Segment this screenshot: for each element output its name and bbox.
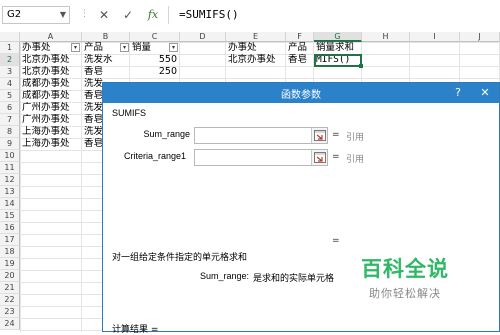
cell-b2[interactable]: 洗发水 [82,54,130,66]
filter-dropdown-icon[interactable]: ▾ [120,43,129,52]
formula-input[interactable]: =SUMIFS() [168,6,498,24]
row-header-23[interactable]: 23 [0,306,20,318]
close-icon[interactable]: ✕ [471,83,499,103]
cell-a7[interactable]: 广州办事处 [20,114,82,126]
cell-a6[interactable]: 广州办事处 [20,102,82,114]
row-header-21[interactable]: 21 [0,282,20,294]
enter-icon[interactable]: ✓ [120,7,136,23]
help-icon[interactable]: ? [455,86,461,99]
watermark-logo: 百科全说 助你轻松解决 [348,247,462,309]
column-header-h[interactable]: H [362,32,410,42]
fill-handle[interactable] [359,64,363,68]
formula-bar: G2 ▼ ⋮ ✕ ✓ fx =SUMIFS() [0,0,500,33]
column-header-g[interactable]: G [314,32,362,42]
cell-a9[interactable]: 上海办事处 [20,138,82,150]
row-header-22[interactable]: 22 [0,294,20,306]
column-header-e[interactable]: E [226,32,286,42]
arg-description-label: Sum_range: [200,271,250,281]
cell-b3[interactable]: 香皂 [82,66,130,78]
more-icon: ⋮ [80,9,89,19]
cell-a5[interactable]: 成都办事处 [20,90,82,102]
cell-e1[interactable]: 办事处 [226,42,286,54]
row-header-8[interactable]: 8 [0,126,20,138]
criteria-range1-input[interactable] [194,149,328,166]
row-header-24[interactable]: 24 [0,318,20,330]
arg-value-criteria-range1: 引用 [346,155,365,165]
name-box[interactable]: G2 ▼ [2,6,70,24]
arg-label-criteria-range1: Criteria_range1 [123,151,186,161]
collapse-dialog-icon[interactable] [311,150,327,165]
row-header-4[interactable]: 4 [0,78,20,90]
dialog-title: 函数参数 [281,90,321,101]
cell-a3[interactable]: 北京办事处 [20,66,82,78]
row-header-5[interactable]: 5 [0,90,20,102]
name-box-value: G2 [7,9,22,20]
cell-a4[interactable]: 成都办事处 [20,78,82,90]
select-all-corner[interactable] [0,32,20,42]
sum-range-input[interactable] [194,127,328,144]
active-cell-border [314,54,362,67]
row-header-1[interactable]: 1 [0,42,20,54]
cell-a2[interactable]: 北京办事处 [20,54,82,66]
row-header-11[interactable]: 11 [0,162,20,174]
row-header-16[interactable]: 16 [0,222,20,234]
function-description: 对一组给定条件指定的单元格求和 [112,253,248,263]
cell-f2[interactable]: 香皂 [286,54,314,66]
formula-result-label: 计算结果 = [112,325,159,335]
column-header-d[interactable]: D [180,32,226,42]
column-header-b[interactable]: B [82,32,130,42]
row-header-18[interactable]: 18 [0,246,20,258]
row-header-15[interactable]: 15 [0,210,20,222]
result-equals: = [332,236,340,246]
row-header-7[interactable]: 7 [0,114,20,126]
arg-description-text: 是求和的实际单元格 [253,274,335,284]
row-header-19[interactable]: 19 [0,258,20,270]
dialog-title-bar[interactable]: 函数参数 ? ✕ [103,83,499,103]
cell-c2[interactable]: 550 [130,54,180,66]
row-header-2[interactable]: 2 [0,54,20,66]
cell-e2[interactable]: 北京办事处 [226,54,286,66]
watermark-title: 百科全说 [361,257,449,281]
filter-dropdown-icon[interactable]: ▾ [71,43,80,52]
cell-f1[interactable]: 产品 [286,42,314,54]
row-header-6[interactable]: 6 [0,102,20,114]
row-header-9[interactable]: 9 [0,138,20,150]
row-header-10[interactable]: 10 [0,150,20,162]
arg-equals: = [332,152,340,162]
row-header-13[interactable]: 13 [0,186,20,198]
row-header-3[interactable]: 3 [0,66,20,78]
column-header-f[interactable]: F [286,32,314,42]
column-header-i[interactable]: I [410,32,460,42]
cell-g1[interactable]: 销量求和 [314,42,362,54]
arg-label-sum-range: Sum_range [143,129,190,139]
row-header-12[interactable]: 12 [0,174,20,186]
chevron-down-icon[interactable]: ▼ [60,7,66,23]
watermark-subtitle: 助你轻松解决 [369,287,441,300]
column-header-j[interactable]: J [460,32,500,42]
arg-value-sum-range: 引用 [346,133,365,143]
cell-c3[interactable]: 250 [130,66,180,78]
arg-equals: = [332,130,340,140]
collapse-dialog-icon[interactable] [311,128,327,143]
row-header-20[interactable]: 20 [0,270,20,282]
cancel-icon[interactable]: ✕ [96,7,112,23]
row-header-14[interactable]: 14 [0,198,20,210]
insert-function-icon[interactable]: fx [145,7,161,23]
function-name: SUMIFS [112,108,147,118]
column-header-c[interactable]: C [130,32,180,42]
filter-dropdown-icon[interactable]: ▾ [169,43,178,52]
row-header-17[interactable]: 17 [0,234,20,246]
column-header-a[interactable]: A [20,32,82,42]
cell-a8[interactable]: 上海办事处 [20,126,82,138]
